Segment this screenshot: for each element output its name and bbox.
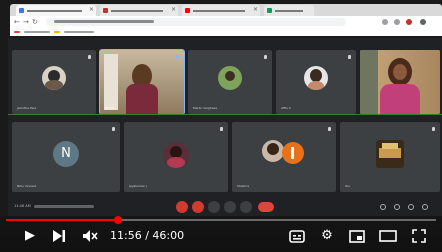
participant-avatar-secondary	[282, 142, 304, 164]
captions-button[interactable]	[208, 201, 220, 213]
next-icon[interactable]	[50, 228, 68, 244]
participant-tile[interactable]: N Nibu Vincent	[12, 122, 120, 192]
time-display: 11:56 / 46:00	[110, 229, 185, 242]
meeting-controls-bar: 11:46 AM	[8, 198, 442, 216]
tab-close-icon[interactable]: ×	[89, 7, 94, 13]
participant-avatar	[163, 142, 189, 168]
address-bar[interactable]	[46, 18, 346, 26]
mic-off-button[interactable]	[176, 201, 188, 213]
extension-icon[interactable]	[406, 19, 412, 25]
video-frame: × × × ← → ↻ Jacintha Paul Nikhil Merlin …	[0, 0, 442, 252]
participant-name: Affin C	[281, 106, 291, 110]
activities-icon[interactable]	[422, 204, 428, 210]
meeting-clock: 11:46 AM	[14, 204, 31, 208]
tab-favicon	[267, 8, 272, 13]
mic-muted-icon	[112, 127, 115, 131]
participant-name: Nibu Vincent	[17, 184, 37, 188]
tab-favicon	[185, 8, 190, 13]
bookmark-item[interactable]	[64, 31, 94, 33]
participant-avatar	[218, 66, 242, 90]
bookmark-item[interactable]	[54, 31, 60, 33]
mic-muted-icon	[348, 55, 351, 59]
extension-icon[interactable]	[382, 19, 388, 25]
fullscreen-icon[interactable]	[410, 228, 428, 244]
participant-initial-avatar: N	[53, 141, 79, 167]
participant-name: Merlin Varghese	[193, 106, 218, 110]
tab-favicon	[103, 8, 108, 13]
browser-tab-1[interactable]: ×	[16, 5, 96, 16]
play-icon[interactable]: ▶	[22, 228, 38, 244]
subtitles-icon[interactable]	[288, 228, 306, 244]
participant-tile[interactable]: Jacintha Paul	[12, 50, 96, 114]
extension-icon[interactable]	[394, 19, 400, 25]
camera-off-button[interactable]	[192, 201, 204, 213]
tab-favicon	[19, 8, 24, 13]
browser-tab-2[interactable]: ×	[100, 5, 178, 16]
participant-avatar	[262, 140, 284, 162]
participant-name: Nikhil	[105, 106, 114, 110]
participant-tile-active-speaker[interactable]: Nikhil	[99, 49, 185, 115]
info-icon[interactable]	[380, 204, 386, 210]
settings-gear-icon[interactable]: ⚙	[318, 228, 336, 244]
browser-tab-3[interactable]: ×	[182, 5, 260, 16]
browser-tab-4[interactable]	[264, 5, 314, 16]
hang-up-button[interactable]	[258, 202, 274, 212]
participant-avatar	[376, 140, 404, 168]
bookmarks-bar	[10, 28, 442, 36]
theater-mode-icon[interactable]	[378, 228, 398, 244]
mic-muted-icon	[88, 55, 91, 59]
mute-icon[interactable]	[80, 228, 100, 244]
meeting-grid: Jacintha Paul Nikhil Merlin Varghese Aff…	[8, 38, 442, 216]
bookmark-item[interactable]	[14, 31, 20, 33]
mic-muted-icon	[264, 55, 267, 59]
profile-avatar[interactable]	[420, 19, 426, 25]
progress-bar[interactable]	[6, 216, 436, 224]
speaking-indicator-icon	[176, 55, 179, 59]
video-player-controls: ▶ 11:56 / 46:00 ⚙	[0, 216, 442, 252]
participant-name: Jacintha Paul	[17, 106, 37, 110]
participant-tile-video[interactable]	[360, 50, 440, 114]
tab-close-icon[interactable]: ×	[253, 7, 258, 13]
mic-muted-icon	[220, 127, 223, 131]
participant-name: Jayakumar J	[129, 184, 147, 188]
participant-tile[interactable]: Merlin Varghese	[188, 50, 272, 114]
participant-avatar	[304, 66, 328, 90]
tab-close-icon[interactable]: ×	[171, 7, 176, 13]
progress-scrubber-handle[interactable]	[113, 216, 122, 224]
mic-muted-icon	[432, 127, 435, 131]
people-icon[interactable]	[394, 204, 400, 210]
bookmark-item[interactable]	[24, 31, 50, 33]
tile-divider	[8, 114, 442, 115]
present-button[interactable]	[240, 201, 252, 213]
reload-icon[interactable]: ↻	[32, 18, 38, 26]
participant-tile[interactable]: You	[340, 122, 440, 192]
participant-tile[interactable]: Shalima	[232, 122, 336, 192]
participant-name: You	[345, 184, 351, 188]
forward-arrow-icon[interactable]: →	[23, 18, 29, 26]
participant-tile[interactable]: Jayakumar J	[124, 122, 228, 192]
browser-tab-strip: × × ×	[10, 4, 442, 16]
mic-muted-icon	[328, 127, 331, 131]
participant-tile[interactable]: Affin C	[276, 50, 356, 114]
chat-icon[interactable]	[408, 204, 414, 210]
participant-avatar	[42, 66, 66, 90]
raise-hand-button[interactable]	[224, 201, 236, 213]
progress-played	[6, 219, 118, 221]
back-arrow-icon[interactable]: ←	[14, 18, 20, 26]
meeting-code	[34, 205, 94, 208]
participant-name: Shalima	[237, 184, 250, 188]
miniplayer-icon[interactable]	[348, 228, 366, 244]
